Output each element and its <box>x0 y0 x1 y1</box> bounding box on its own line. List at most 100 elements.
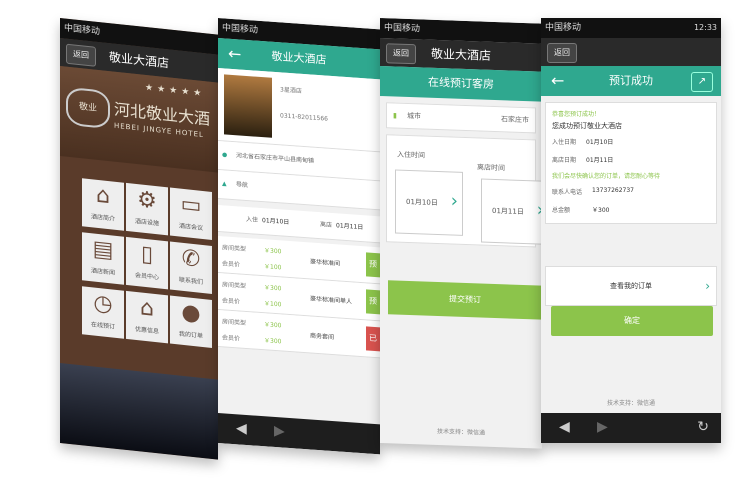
navigation-text: 导航 <box>236 181 249 190</box>
member-price: ￥100 <box>264 263 282 272</box>
hotel-photo <box>224 74 272 138</box>
next-icon[interactable]: ▶ <box>274 423 285 440</box>
room-name: 豪华标准间单人 <box>310 295 353 306</box>
menu-tile[interactable]: ⚙ 酒店设施 <box>126 182 168 236</box>
menu-grid: ⌂ 酒店简介 ⚙ 酒店设施 ▭ 酒店会议 ▤ 酒店新闻 ▯ 会员中心 ✆ 联系我们 ◷ 在线预订 ⌂ 优惠信息… <box>82 178 218 355</box>
document-icon: ▤ <box>92 236 114 264</box>
checkin-label: 入住时间 <box>397 150 425 160</box>
back-arrow-icon[interactable]: ← <box>551 66 564 96</box>
checkout-label: 离店日期 <box>552 157 577 164</box>
page-title: 敬业大酒店 <box>108 50 169 71</box>
call-icon: ✆ <box>181 245 201 273</box>
footer-text: 技术支持：微信通 <box>436 427 485 437</box>
menu-tile[interactable]: ▤ 酒店新闻 <box>82 232 124 285</box>
checkin-date: 01月10日 <box>586 139 614 146</box>
member-price: ￥300 <box>264 337 282 346</box>
room-type-label: 房间类型 <box>222 244 247 253</box>
phone-icon: ▯ <box>140 241 154 268</box>
city-label: 城市 <box>407 111 421 121</box>
user-icon: ● <box>181 299 201 327</box>
city-selector[interactable]: ▮ 城市 石家庄市 <box>386 102 536 134</box>
bottom-nav: ◀ ▶ <box>218 413 380 455</box>
back-arrow-icon[interactable]: ← <box>228 39 241 70</box>
navigation-icon: ▲ <box>222 180 227 188</box>
chevron-right-icon: › <box>450 190 458 212</box>
menu-tile[interactable]: ⌂ 优惠信息 <box>126 290 168 344</box>
room-type-label: 房间类型 <box>222 281 247 290</box>
book-room-button[interactable]: 预 <box>366 252 380 278</box>
menu-tile[interactable]: ◷ 在线预订 <box>82 286 124 339</box>
carrier-label: 中国移动 <box>545 23 582 33</box>
contact-label: 联系人电话 <box>552 189 583 196</box>
refresh-icon[interactable]: ↻ <box>697 419 709 435</box>
menu-tile[interactable]: ✆ 联系我们 <box>170 241 212 294</box>
page-title: 预订成功 <box>609 74 653 87</box>
confirm-button[interactable]: 确定 <box>551 306 713 336</box>
contact-value: 13737262737 <box>592 187 634 194</box>
room-name: 商务套间 <box>310 332 335 342</box>
total-value: ￥300 <box>592 207 610 214</box>
location-pin-icon: ● <box>222 151 228 159</box>
footer-text: 技术支持：微信通 <box>606 400 655 407</box>
back-button[interactable]: 返回 <box>66 43 96 67</box>
submit-booking-button[interactable]: 提交预订 <box>388 280 542 320</box>
view-order-row[interactable]: 查看我的订单 › <box>545 266 717 306</box>
room-price: ￥300 <box>264 247 282 256</box>
member-price: ￥100 <box>264 300 282 309</box>
total-label: 总金额 <box>552 207 571 214</box>
menu-tile[interactable]: ▯ 会员中心 <box>126 236 168 290</box>
next-icon[interactable]: ▶ <box>597 419 608 435</box>
checkin-date: 01月10日 <box>406 197 438 208</box>
city-skyline-image <box>60 363 218 460</box>
book-room-button[interactable]: 预 <box>366 289 380 315</box>
gear-icon: ⚙ <box>137 187 157 215</box>
section-title: 在线预订客房 <box>428 75 494 91</box>
hotel-banner: ★★★★★ 敬业 河北敬业大酒 HEBEI JINGYE HOTEL <box>60 66 218 173</box>
hotel-phone[interactable]: 0311-82011566 <box>280 112 328 122</box>
back-button[interactable]: 返回 <box>547 43 577 63</box>
phone-screen-booking: 中国移动 返回 敬业大酒店 在线预订客房 ▮ 城市 石家庄市 入住时间 离店时间… <box>380 18 542 449</box>
share-icon[interactable]: ↗ <box>691 72 713 92</box>
checkout-label: 离店时间 <box>477 163 505 173</box>
confirm-note: 我们会尽快确认您的订单，请您耐心等待 <box>552 173 661 180</box>
header-bar: ← 预订成功 ↗ <box>541 66 721 96</box>
view-order-label: 查看我的订单 <box>610 282 652 290</box>
chart-icon: ▮ <box>393 111 397 120</box>
hotel-logo: 敬业 <box>66 86 110 130</box>
room-type-label: 房间类型 <box>222 318 247 327</box>
clock-time: 12:33 <box>693 23 717 32</box>
back-button[interactable]: 返回 <box>386 43 416 65</box>
success-message: 恭喜您预订成功！ <box>552 111 601 118</box>
member-label: 会员价 <box>222 334 241 343</box>
prev-icon[interactable]: ◀ <box>236 420 247 437</box>
hotel-level: 3星酒店 <box>280 86 302 95</box>
checkout-label: 离店 <box>320 221 333 229</box>
checkout-date-picker[interactable]: 01月11日 › <box>481 178 542 245</box>
monitor-icon: ▭ <box>180 191 202 219</box>
menu-tile[interactable]: ⌂ 酒店简介 <box>82 178 124 231</box>
room-price: ￥300 <box>264 321 282 330</box>
carrier-label: 中国移动 <box>64 23 101 38</box>
title-bar: 返回 <box>541 38 721 66</box>
member-label: 会员价 <box>222 297 241 306</box>
address-text: 河北省石家庄市平山县南甸镇 <box>236 152 315 165</box>
sub-header: 在线预订客房 <box>380 66 542 102</box>
page-title: 敬业大酒店 <box>271 49 327 67</box>
date-card: 入住时间 离店时间 01月10日 › 01月11日 › <box>386 134 542 248</box>
page-title: 敬业大酒店 <box>430 46 491 63</box>
book-room-button[interactable]: 已 <box>366 326 380 352</box>
checkout-date: 01月11日 <box>336 222 364 232</box>
prev-icon[interactable]: ◀ <box>559 419 570 435</box>
star-rating: ★★★★★ <box>145 82 206 100</box>
city-value: 石家庄市 <box>501 115 529 125</box>
phone-screen-hotel-detail: 中国移动 ← 敬业大酒店 3星酒店 0311-82011566 ● 河北省石家庄… <box>218 18 380 455</box>
carrier-label: 中国移动 <box>384 23 421 35</box>
room-list: 房间类型 ￥300 会员价 ￥100 豪华标准间预房间类型 ￥300 会员价 ￥100 豪华标准… <box>218 236 380 359</box>
checkin-date: 01月10日 <box>262 217 290 226</box>
clock-icon: ◷ <box>93 290 113 318</box>
hotel-line: 您成功预订敬业大酒店 <box>552 122 622 130</box>
menu-tile[interactable]: ● 我的订单 <box>170 295 212 348</box>
checkin-label: 入住 <box>246 215 259 224</box>
menu-tile[interactable]: ▭ 酒店会议 <box>170 187 212 240</box>
checkin-date-picker[interactable]: 01月10日 › <box>395 169 463 236</box>
